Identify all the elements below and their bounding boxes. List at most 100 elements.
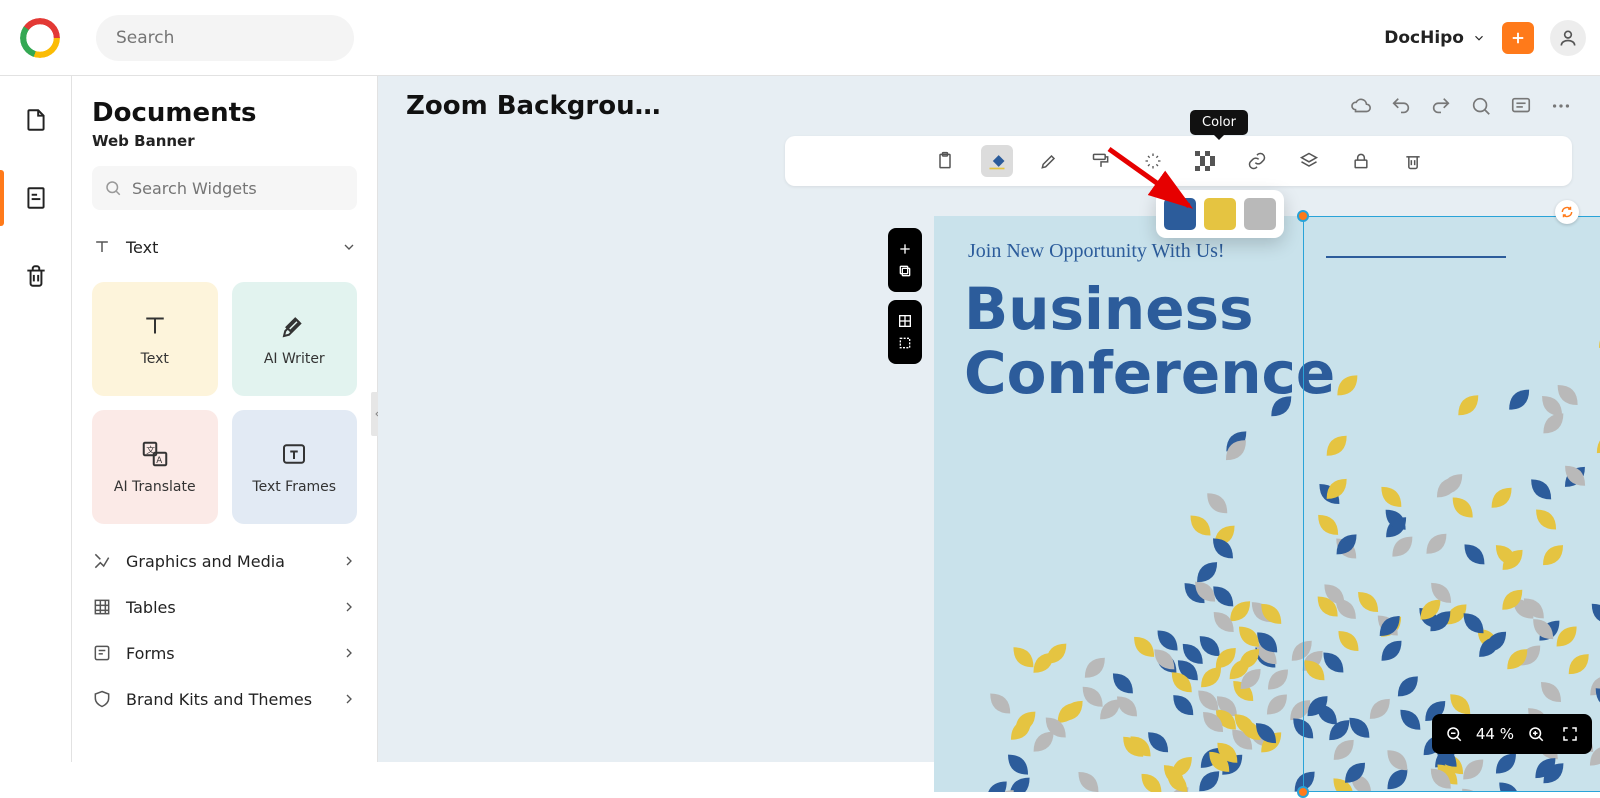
clipboard-icon	[935, 151, 955, 171]
global-search-input[interactable]	[114, 27, 337, 49]
swatch-grey[interactable]	[1244, 198, 1276, 230]
zoom-value: 44 %	[1476, 725, 1514, 743]
plus-icon	[1509, 29, 1527, 47]
paint-bucket-icon	[987, 151, 1007, 171]
chevron-down-icon	[1472, 31, 1486, 45]
comment-icon[interactable]	[1510, 95, 1532, 117]
app-logo[interactable]	[20, 18, 60, 58]
chevron-right-icon	[341, 691, 357, 707]
panel-title: Documents	[92, 98, 357, 128]
global-search[interactable]	[96, 15, 354, 61]
swatch-yellow[interactable]	[1204, 198, 1236, 230]
zoom-control: 44 %	[1432, 714, 1592, 754]
link-icon	[1247, 151, 1267, 171]
transparency-button[interactable]	[1189, 145, 1221, 177]
document-title[interactable]: Zoom Backgrou…	[406, 91, 661, 121]
header-actions	[1350, 95, 1572, 117]
text-t-icon	[140, 311, 170, 341]
svg-text:文: 文	[146, 444, 155, 456]
table-icon	[92, 597, 112, 617]
pencil-icon	[1039, 151, 1059, 171]
tile-ai-translate[interactable]: 文A AI Translate	[92, 410, 218, 524]
tile-text-frames[interactable]: Text Frames	[232, 410, 358, 524]
panel-subtitle: Web Banner	[92, 132, 357, 150]
undo-icon[interactable]	[1390, 95, 1412, 117]
workspace-name: DocHipo	[1384, 28, 1464, 48]
tile-ai-writer[interactable]: AI Writer	[232, 282, 358, 396]
trash-icon	[1403, 151, 1423, 171]
rail-documents[interactable]	[12, 96, 60, 144]
create-new-button[interactable]	[1502, 22, 1534, 54]
category-text[interactable]: Text	[92, 224, 357, 270]
work-header: Zoom Backgrou…	[378, 76, 1600, 136]
widget-search[interactable]	[92, 166, 357, 210]
cloud-sync-icon[interactable]	[1350, 95, 1372, 117]
plus-icon[interactable]	[897, 241, 913, 257]
text-icon	[92, 237, 112, 257]
delete-button[interactable]	[1397, 145, 1429, 177]
lock-button[interactable]	[1345, 145, 1377, 177]
link-button[interactable]	[1241, 145, 1273, 177]
account-avatar[interactable]	[1550, 20, 1586, 56]
effects-button[interactable]	[1137, 145, 1169, 177]
context-toolbar	[785, 136, 1572, 186]
expand-icon	[1561, 725, 1579, 743]
paint-roller-icon	[1091, 151, 1111, 171]
color-tooltip: Color	[1190, 110, 1248, 135]
workspace-menu[interactable]: DocHipo	[1384, 28, 1486, 48]
main-area: Documents Web Banner Text Text AI Writer…	[0, 76, 1600, 762]
graphics-icon	[92, 551, 112, 571]
lock-icon	[1351, 151, 1371, 171]
fill-color-button[interactable]	[981, 145, 1013, 177]
workspace: Zoom Backgrou… Color	[378, 76, 1600, 762]
layers-button[interactable]	[1293, 145, 1325, 177]
fullscreen-button[interactable]	[1558, 722, 1582, 746]
redo-icon[interactable]	[1430, 95, 1452, 117]
category-forms[interactable]: Forms	[92, 630, 357, 676]
svg-text:A: A	[156, 456, 162, 466]
border-button[interactable]	[1033, 145, 1065, 177]
style-button[interactable]	[1085, 145, 1117, 177]
more-icon[interactable]	[1550, 95, 1572, 117]
clipboard-button[interactable]	[929, 145, 961, 177]
select-area-icon[interactable]	[897, 335, 913, 351]
color-swatch-popover	[1156, 190, 1284, 238]
shield-icon	[92, 689, 112, 709]
zoom-out-button[interactable]	[1442, 722, 1466, 746]
swatch-blue[interactable]	[1164, 198, 1196, 230]
tile-text[interactable]: Text	[92, 282, 218, 396]
refresh-icon	[1560, 205, 1574, 219]
translate-icon: 文A	[140, 439, 170, 469]
layers-icon	[1299, 151, 1319, 171]
text-frame-icon	[279, 439, 309, 469]
widget-search-input[interactable]	[130, 178, 345, 199]
canvas-layout-group	[888, 300, 922, 364]
leaf-pattern	[934, 216, 1600, 792]
rail-trash[interactable]	[12, 252, 60, 300]
zoom-out-icon	[1445, 725, 1463, 743]
forms-icon	[92, 643, 112, 663]
grid-icon[interactable]	[897, 313, 913, 329]
category-tables[interactable]: Tables	[92, 584, 357, 630]
trash-icon	[23, 263, 49, 289]
left-rail	[0, 76, 72, 762]
chevron-right-icon	[341, 645, 357, 661]
pen-icon	[279, 311, 309, 341]
design-canvas[interactable]: Join New Opportunity With Us! Business C…	[934, 216, 1600, 792]
category-brand-kits[interactable]: Brand Kits and Themes	[92, 676, 357, 722]
chevron-right-icon	[341, 599, 357, 615]
file-icon	[23, 107, 49, 133]
category-graphics[interactable]: Graphics and Media	[92, 538, 357, 584]
page-icon	[23, 185, 49, 211]
top-bar: DocHipo	[0, 0, 1600, 76]
text-tiles: Text AI Writer 文A AI Translate Text Fram…	[92, 282, 357, 524]
rail-widgets[interactable]	[12, 174, 60, 222]
canvas-status-badge[interactable]	[1555, 200, 1579, 224]
copy-icon[interactable]	[897, 263, 913, 279]
search-icon[interactable]	[1470, 95, 1492, 117]
zoom-in-button[interactable]	[1524, 722, 1548, 746]
chevron-right-icon	[341, 553, 357, 569]
canvas-add-group	[888, 228, 922, 292]
search-icon	[104, 179, 122, 197]
chevron-down-icon	[341, 239, 357, 255]
